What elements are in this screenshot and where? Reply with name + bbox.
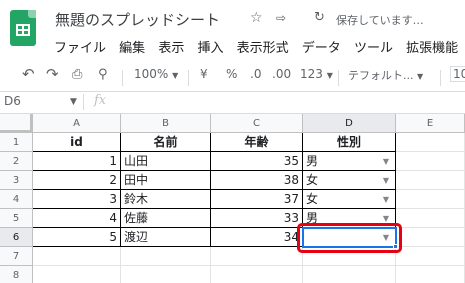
cell-d1[interactable]: 性別: [303, 133, 396, 152]
cell-c5[interactable]: 33: [211, 209, 303, 228]
cell-b2[interactable]: 山田: [121, 152, 211, 171]
cell-c1[interactable]: 年齢: [211, 133, 303, 152]
cloud-sync-icon: ↻: [314, 10, 325, 25]
column-header-a[interactable]: A: [33, 114, 121, 133]
cell-a6[interactable]: 5: [33, 228, 121, 247]
row-header-7[interactable]: 7: [0, 247, 33, 266]
cell-e3[interactable]: [396, 171, 465, 190]
menu-file[interactable]: ファイル: [54, 41, 106, 56]
cell-a3[interactable]: 2: [33, 171, 121, 190]
row-header-1[interactable]: 1: [0, 133, 33, 152]
zoom-select[interactable]: 100% ▼: [134, 67, 178, 81]
menu-data[interactable]: データ: [302, 41, 341, 56]
cell-value: 女: [306, 173, 319, 187]
row-header-2[interactable]: 2: [0, 152, 33, 171]
cell-e1[interactable]: [396, 133, 465, 152]
cell-a5[interactable]: 4: [33, 209, 121, 228]
cell-d2[interactable]: 男 ▼: [303, 152, 396, 171]
menu-insert[interactable]: 挿入: [197, 41, 223, 56]
spreadsheet-grid: A B C D E 1 2 3 4 5 6 7 8 id 名前 年齢 性別 1 …: [0, 114, 465, 283]
cell-e6[interactable]: [396, 228, 465, 247]
cell-a7[interactable]: [33, 247, 121, 266]
row-header-8[interactable]: 8: [0, 266, 33, 283]
column-header-c[interactable]: C: [211, 114, 303, 133]
triangle-down-icon[interactable]: ▼: [383, 152, 389, 170]
toolbar: ↶ ↷ ⎙ ⚲ 100% ▼ ¥ % .0 .00 123 ▼ テフォルト...…: [0, 64, 465, 90]
cell-c6[interactable]: 34: [211, 228, 303, 247]
cell-a4[interactable]: 3: [33, 190, 121, 209]
font-size-input[interactable]: 10: [450, 66, 465, 82]
currency-format-button[interactable]: ¥: [200, 67, 208, 81]
select-all-corner[interactable]: [0, 114, 33, 133]
increase-decimal-button[interactable]: .00: [272, 67, 291, 81]
triangle-down-icon[interactable]: ▼: [383, 190, 389, 208]
cell-d8[interactable]: [303, 266, 396, 283]
decrease-decimal-button[interactable]: .0: [250, 67, 261, 81]
row-header-4[interactable]: 4: [0, 190, 33, 209]
chevron-down-icon: ▼: [172, 71, 179, 80]
cell-b8[interactable]: [121, 266, 211, 283]
name-box[interactable]: D6: [0, 94, 80, 108]
cell-b3[interactable]: 田中: [121, 171, 211, 190]
paint-format-icon[interactable]: ⚲: [98, 67, 108, 82]
cell-b7[interactable]: [121, 247, 211, 266]
undo-icon[interactable]: ↶: [22, 65, 35, 83]
more-formats-select[interactable]: 123 ▼: [300, 67, 333, 81]
cell-c8[interactable]: [211, 266, 303, 283]
cell-b4[interactable]: 鈴木: [121, 190, 211, 209]
font-select[interactable]: テフォルト... ▼: [348, 67, 423, 83]
cell-e4[interactable]: [396, 190, 465, 209]
cell-e8[interactable]: [396, 266, 465, 283]
cell-b5[interactable]: 佐藤: [121, 209, 211, 228]
menu-bar: ファイル 編集 表示 挿入 表示形式 データ ツール 拡張機能 ヘ: [54, 37, 465, 56]
chevron-down-icon[interactable]: ▼: [70, 97, 77, 107]
row-header-3[interactable]: 3: [0, 171, 33, 190]
save-status: 保存しています…: [336, 14, 424, 27]
cell-e5[interactable]: [396, 209, 465, 228]
cell-c3[interactable]: 38: [211, 171, 303, 190]
column-header-e[interactable]: E: [396, 114, 465, 133]
cell-a1[interactable]: id: [33, 133, 121, 152]
star-icon[interactable]: ☆: [250, 10, 263, 26]
chevron-down-icon: ▼: [326, 71, 333, 80]
triangle-down-icon[interactable]: ▼: [383, 171, 389, 189]
print-icon[interactable]: ⎙: [72, 67, 82, 82]
cell-e7[interactable]: [396, 247, 465, 266]
menu-edit[interactable]: 編集: [119, 41, 145, 56]
move-folder-icon[interactable]: ⇨: [276, 11, 286, 25]
cell-e2[interactable]: [396, 152, 465, 171]
fx-icon: fx: [94, 93, 107, 108]
menu-extensions[interactable]: 拡張機能: [406, 41, 458, 56]
column-header-b[interactable]: B: [121, 114, 211, 133]
cell-a2[interactable]: 1: [33, 152, 121, 171]
cell-b1[interactable]: 名前: [121, 133, 211, 152]
cell-value: 男: [306, 154, 319, 168]
chevron-down-icon: ▼: [417, 72, 424, 81]
percent-format-button[interactable]: %: [226, 67, 237, 81]
highlight-box: [297, 223, 402, 253]
cell-c4[interactable]: 37: [211, 190, 303, 209]
cell-c7[interactable]: [211, 247, 303, 266]
cell-c2[interactable]: 35: [211, 152, 303, 171]
redo-icon[interactable]: ↷: [46, 65, 59, 83]
cell-b6[interactable]: 渡辺: [121, 228, 211, 247]
cell-value: 女: [306, 192, 319, 206]
row-header-6[interactable]: 6: [0, 228, 33, 247]
column-header-d[interactable]: D: [303, 114, 396, 133]
cell-a8[interactable]: [33, 266, 121, 283]
menu-format[interactable]: 表示形式: [237, 41, 289, 56]
sheets-logo[interactable]: [10, 10, 36, 46]
document-title[interactable]: 無題のスプレッドシート: [55, 9, 220, 30]
cell-d3[interactable]: 女 ▼: [303, 171, 396, 190]
cell-d4[interactable]: 女 ▼: [303, 190, 396, 209]
menu-tools[interactable]: ツール: [354, 41, 393, 56]
menu-view[interactable]: 表示: [158, 41, 184, 56]
row-header-5[interactable]: 5: [0, 209, 33, 228]
